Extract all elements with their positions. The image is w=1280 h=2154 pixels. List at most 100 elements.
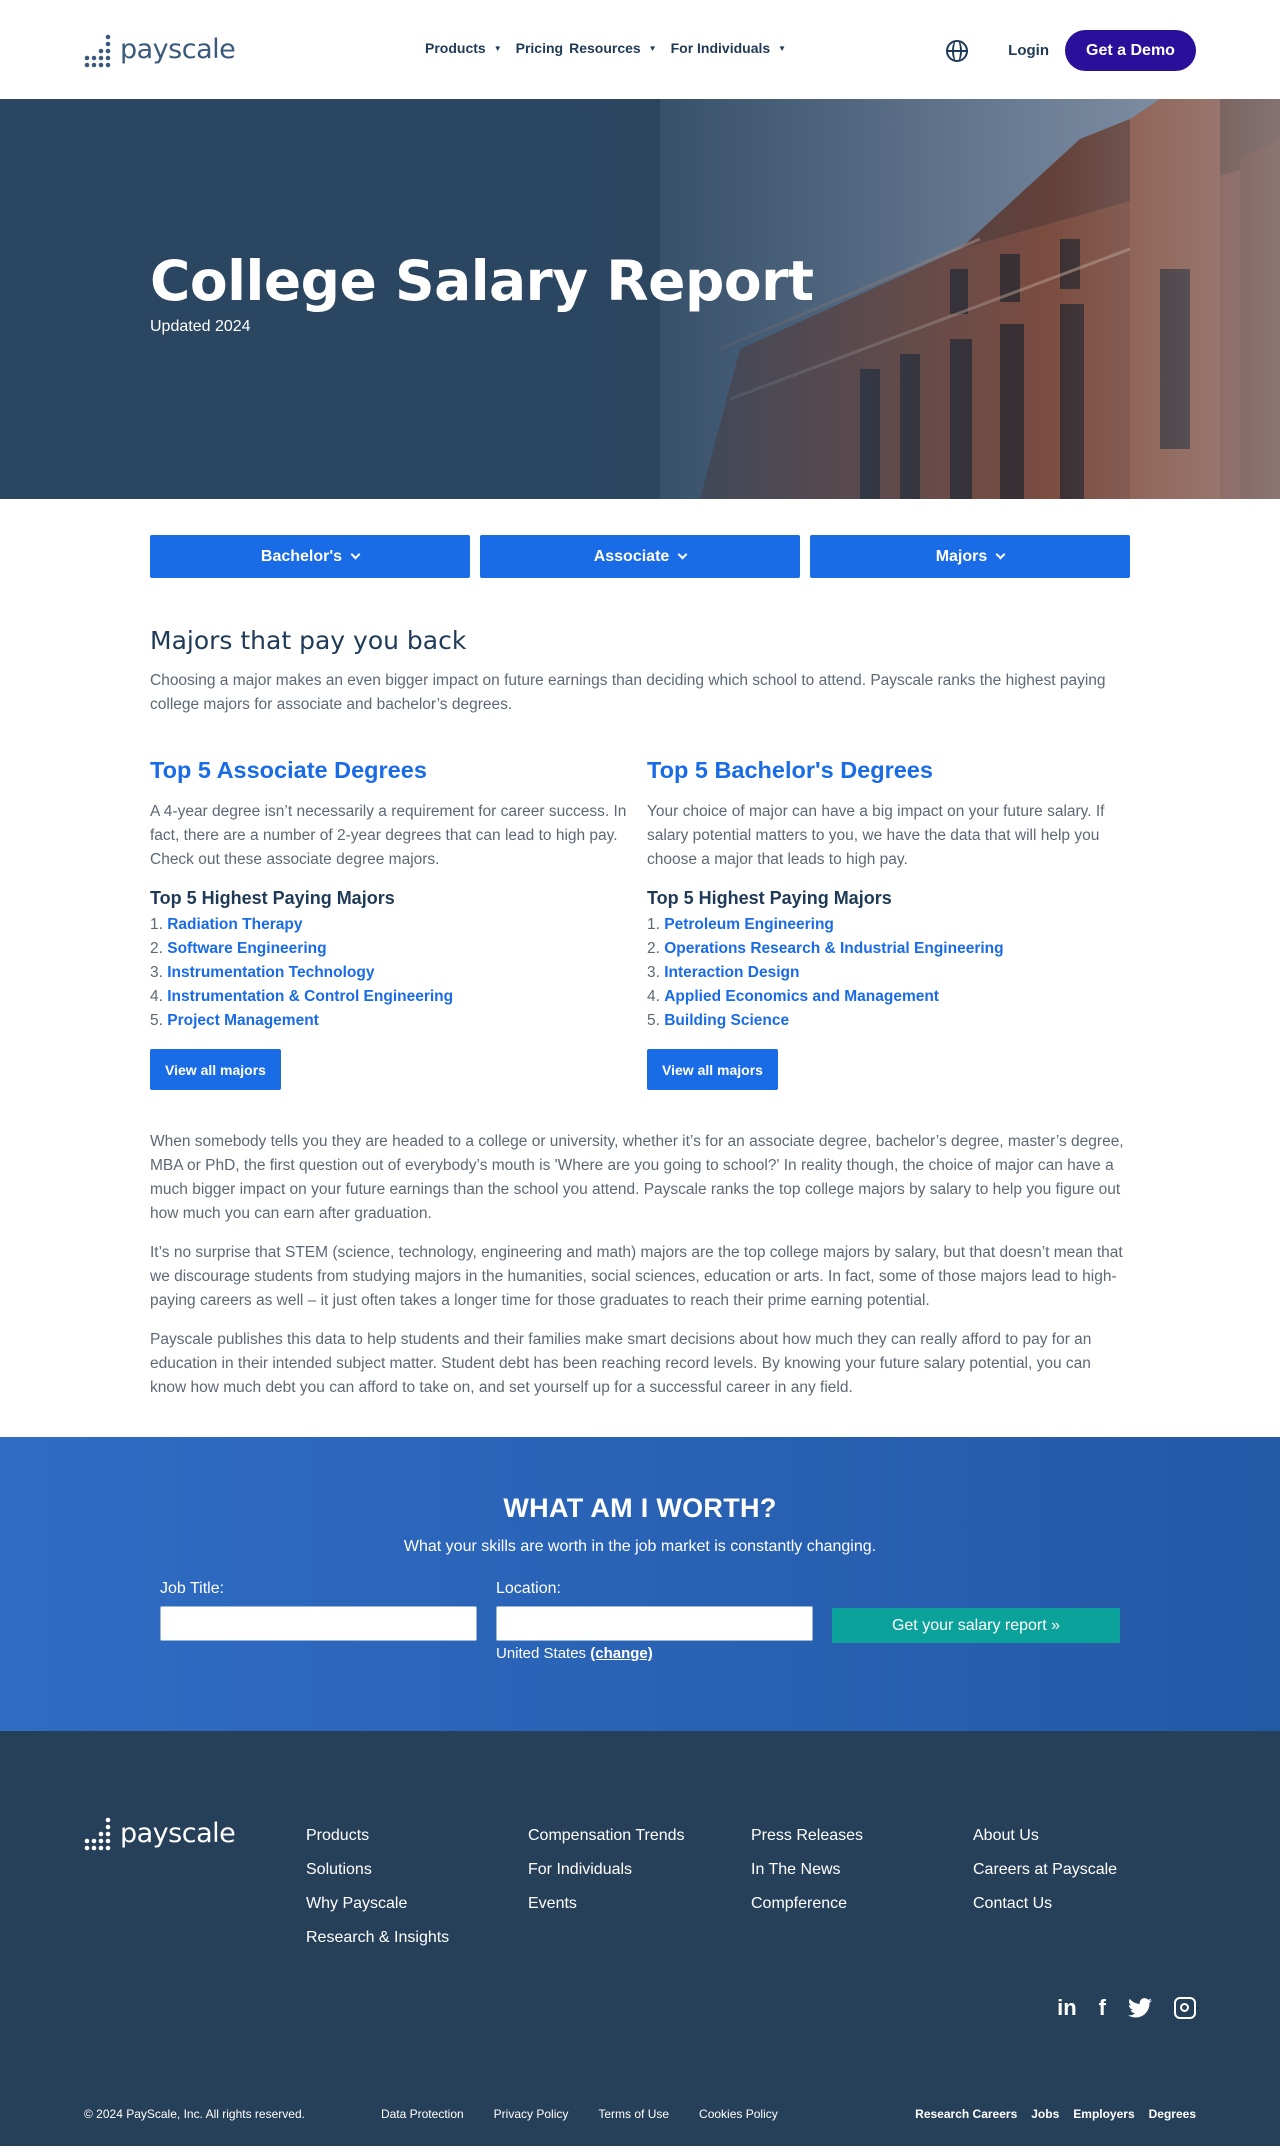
paragraph: It’s no surprise that STEM (science, tec… xyxy=(150,1244,1123,1309)
country-selector: United States (change) xyxy=(496,1645,813,1662)
nav-resources[interactable]: Resources ▼ xyxy=(569,40,657,56)
legal-links: Data Protection Privacy Policy Terms of … xyxy=(381,2107,778,2121)
footer-right-link[interactable]: Employers xyxy=(1073,2107,1134,2121)
major-link[interactable]: Instrumentation & Control Engineering xyxy=(167,988,453,1005)
major-link[interactable]: Operations Research & Industrial Enginee… xyxy=(664,940,1003,957)
footer-link[interactable]: Events xyxy=(528,1887,685,1921)
linkedin-icon[interactable]: in xyxy=(1057,1995,1077,2021)
instagram-icon[interactable] xyxy=(1174,1997,1196,2019)
main-content: Majors that pay you back Choosing a majo… xyxy=(0,626,1280,1400)
change-country-link[interactable]: (change) xyxy=(590,1645,653,1662)
legal-link[interactable]: Cookies Policy xyxy=(699,2107,778,2121)
footer-link[interactable]: Research & Insights xyxy=(306,1921,449,1955)
associate-title[interactable]: Top 5 Associate Degrees xyxy=(150,757,633,784)
view-all-bachelor-majors-button[interactable]: View all majors xyxy=(647,1049,778,1090)
view-all-associate-majors-button[interactable]: View all majors xyxy=(150,1049,281,1090)
main-nav: Products ▼ Pricing Resources ▼ For Individ… xyxy=(425,40,800,56)
footer-link[interactable]: About Us xyxy=(973,1819,1117,1853)
footer-link[interactable]: Compensation Trends xyxy=(528,1819,685,1853)
majors-label: Majors xyxy=(935,547,988,565)
bachelor-title[interactable]: Top 5 Bachelor's Degrees xyxy=(647,757,1130,784)
nav-pricing[interactable]: Pricing xyxy=(516,40,563,56)
footer-link[interactable]: Press Releases xyxy=(751,1819,863,1853)
majors-dropdown[interactable]: Majors xyxy=(810,535,1130,578)
legal-link[interactable]: Privacy Policy xyxy=(494,2107,569,2121)
caret-down-icon: ▼ xyxy=(493,43,502,53)
major-link[interactable]: Applied Economics and Management xyxy=(664,988,939,1005)
major-link[interactable]: Building Science xyxy=(664,1012,789,1029)
major-link[interactable]: Petroleum Engineering xyxy=(664,916,834,933)
article-text: When somebody tells you they are headed … xyxy=(150,1130,1130,1400)
logo-mark-icon xyxy=(84,34,111,67)
associate-column: Top 5 Associate Degrees A 4-year degree … xyxy=(150,757,633,1090)
footer-link[interactable]: Why Payscale xyxy=(306,1887,449,1921)
footer-right-link[interactable]: Degrees xyxy=(1149,2107,1196,2121)
nav-for-individuals[interactable]: For Individuals ▼ xyxy=(671,40,787,56)
list-item: 2. Operations Research & Industrial Engi… xyxy=(647,940,1004,957)
logo-mark-icon xyxy=(84,1817,111,1851)
degree-filter-row: Bachelor's Associate Majors xyxy=(0,535,1280,578)
major-link[interactable]: Radiation Therapy xyxy=(167,916,302,933)
get-salary-report-button[interactable]: Get your salary report » xyxy=(832,1608,1120,1643)
footer-right-link[interactable]: Research Careers xyxy=(915,2107,1017,2121)
associate-text: A 4-year degree isn’t necessarily a requ… xyxy=(150,803,627,868)
facebook-icon[interactable]: f xyxy=(1099,1995,1106,2021)
footer-right-link[interactable]: Jobs xyxy=(1031,2107,1059,2121)
legal-link[interactable]: Terms of Use xyxy=(598,2107,669,2121)
list-item: 5. Project Management xyxy=(150,1012,319,1029)
footer-logo[interactable]: payscale xyxy=(84,1815,236,1851)
footer-link[interactable]: Compference xyxy=(751,1887,863,1921)
location-input[interactable] xyxy=(496,1606,813,1641)
updated-date: Updated 2024 xyxy=(150,317,251,335)
job-title-field-group: Job Title: xyxy=(160,1580,477,1641)
major-link[interactable]: Project Management xyxy=(167,1012,319,1029)
major-link[interactable]: Instrumentation Technology xyxy=(167,964,374,981)
footer-column-1: Products Solutions Why Payscale Research… xyxy=(306,1819,449,1955)
worth-subtitle: What your skills are worth in the job ma… xyxy=(403,1538,877,1555)
payscale-logo[interactable]: payscale xyxy=(84,32,236,68)
footer-link[interactable]: Careers at Payscale xyxy=(973,1853,1117,1887)
copyright: © 2024 PayScale, Inc. All rights reserve… xyxy=(84,2107,305,2121)
get-a-demo-button[interactable]: Get a Demo xyxy=(1065,30,1196,71)
top-degrees-columns: Top 5 Associate Degrees A 4-year degree … xyxy=(150,757,1130,1090)
bachelor-majors-list: 1. Petroleum Engineering 2. Operations R… xyxy=(647,913,1130,1033)
worth-title: WHAT AM I WORTH? xyxy=(503,1493,777,1523)
caret-down-icon: ▼ xyxy=(648,43,657,53)
footer-column-2: Compensation Trends For Individuals Even… xyxy=(528,1819,685,1921)
header-actions: Login Get a Demo xyxy=(946,30,1196,71)
bachelors-dropdown[interactable]: Bachelor's xyxy=(150,535,470,578)
list-item: 3. Interaction Design xyxy=(647,964,800,981)
footer-link[interactable]: For Individuals xyxy=(528,1853,685,1887)
globe-icon[interactable] xyxy=(946,39,969,62)
nav-products[interactable]: Products ▼ xyxy=(425,40,502,56)
list-item: 4. Applied Economics and Management xyxy=(647,988,939,1005)
bachelor-column: Top 5 Bachelor's Degrees Your choice of … xyxy=(647,757,1130,1090)
footer-column-3: Press Releases In The News Compference xyxy=(751,1819,863,1921)
chevron-down-icon xyxy=(350,549,361,560)
chevron-down-icon xyxy=(995,549,1006,560)
location-label: Location: xyxy=(496,1580,561,1597)
major-link[interactable]: Interaction Design xyxy=(664,964,799,981)
intro-text: Choosing a major makes an even bigger im… xyxy=(150,672,1106,713)
site-footer: payscale Products Solutions Why Payscale… xyxy=(0,1731,1280,2146)
bachelors-label: Bachelor's xyxy=(260,547,343,565)
nav-products-label: Products xyxy=(425,40,486,56)
footer-link[interactable]: Products xyxy=(306,1819,449,1853)
chevron-down-icon xyxy=(677,549,688,560)
footer-right-links: Research Careers Jobs Employers Degrees xyxy=(915,2107,1196,2121)
list-item: 5. Building Science xyxy=(647,1012,790,1029)
major-link[interactable]: Software Engineering xyxy=(167,940,326,957)
section-title: Majors that pay you back xyxy=(150,626,467,655)
footer-link[interactable]: In The News xyxy=(751,1853,863,1887)
login-link[interactable]: Login xyxy=(1008,42,1049,59)
list-item: 1. Petroleum Engineering xyxy=(647,916,834,933)
paragraph: When somebody tells you they are headed … xyxy=(150,1133,1124,1222)
legal-link[interactable]: Data Protection xyxy=(381,2107,464,2121)
hero-banner: College Salary Report Updated 2024 xyxy=(0,99,1280,499)
footer-link[interactable]: Contact Us xyxy=(973,1887,1117,1921)
associate-dropdown[interactable]: Associate xyxy=(480,535,800,578)
list-item: 3. Instrumentation Technology xyxy=(150,964,375,981)
job-title-input[interactable] xyxy=(160,1606,477,1641)
twitter-icon[interactable] xyxy=(1128,1998,1152,2018)
footer-link[interactable]: Solutions xyxy=(306,1853,449,1887)
